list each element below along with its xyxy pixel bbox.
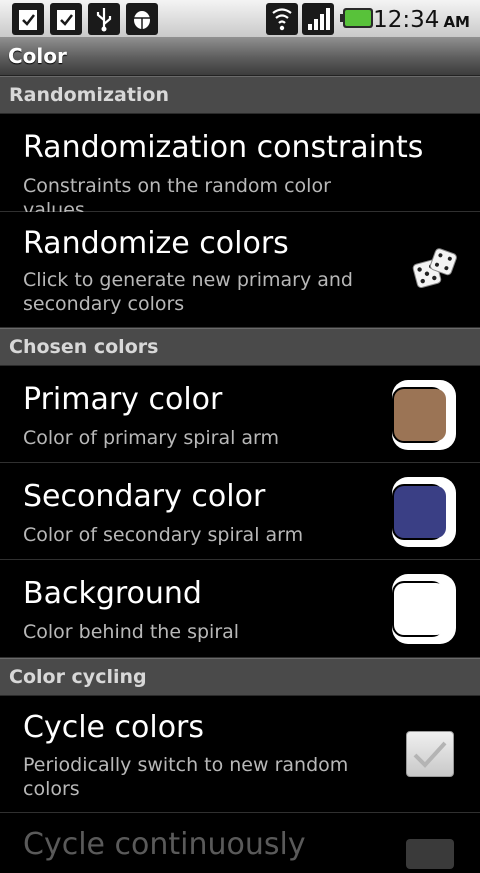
- pref-background-color[interactable]: Background Color behind the spiral: [0, 560, 480, 658]
- category-label: Randomization: [9, 84, 169, 106]
- clock-time: 12:34: [373, 7, 440, 33]
- pref-randomize-colors[interactable]: Randomize colors Click to generate new p…: [0, 212, 480, 328]
- pref-title: Background: [23, 576, 202, 611]
- clock-ampm: AM: [443, 13, 470, 31]
- pref-cycle-continuously[interactable]: Cycle continuously: [0, 813, 480, 873]
- pref-summary: Periodically switch to new random colors: [23, 754, 349, 800]
- clipboard-check-icon: [50, 3, 82, 35]
- secondary-color-swatch[interactable]: [392, 477, 456, 547]
- status-bar: 12:34 AM: [0, 0, 480, 38]
- pref-primary-color[interactable]: Primary color Color of primary spiral ar…: [0, 366, 480, 463]
- swatch-fill: [394, 486, 446, 538]
- background-color-swatch[interactable]: [392, 574, 456, 644]
- pref-title: Cycle continuously: [23, 827, 306, 862]
- page-title: Color: [8, 44, 67, 68]
- swatch-fill: [394, 583, 446, 635]
- dice-icon: [412, 248, 458, 290]
- clipboard-check-icon: [12, 3, 44, 35]
- pref-title: Secondary color: [23, 479, 266, 514]
- pref-title: Cycle colors: [23, 710, 205, 745]
- cycle-continuously-checkbox[interactable]: [406, 839, 454, 869]
- pref-summary: Color behind the spiral: [23, 621, 240, 643]
- category-randomization: Randomization: [0, 76, 480, 114]
- pref-summary: Color of primary spiral arm: [23, 427, 280, 449]
- pref-secondary-color[interactable]: Secondary color Color of secondary spira…: [0, 463, 480, 560]
- pref-randomization-constraints[interactable]: Randomization constraints Constraints on…: [0, 114, 480, 221]
- check-icon: [413, 741, 447, 768]
- category-label: Color cycling: [9, 666, 147, 688]
- clock: 12:34 AM: [373, 2, 470, 36]
- pref-summary: Click to generate new primary and second…: [23, 269, 353, 315]
- title-bar: Color: [0, 38, 480, 76]
- pref-title: Primary color: [23, 382, 223, 417]
- swatch-fill: [394, 389, 446, 441]
- wifi-icon: [266, 3, 298, 35]
- category-label: Chosen colors: [9, 336, 159, 358]
- signal-icon: [302, 3, 334, 35]
- pref-title: Randomize colors: [23, 226, 289, 261]
- usb-icon: [88, 3, 120, 35]
- pref-summary: Color of secondary spiral arm: [23, 524, 304, 546]
- category-chosen-colors: Chosen colors: [0, 328, 480, 366]
- category-color-cycling: Color cycling: [0, 658, 480, 696]
- pref-cycle-colors[interactable]: Cycle colors Periodically switch to new …: [0, 696, 480, 813]
- android-debug-icon: [126, 3, 158, 35]
- pref-title: Randomization constraints: [23, 130, 424, 165]
- primary-color-swatch[interactable]: [392, 380, 456, 450]
- battery-icon: [340, 7, 374, 29]
- cycle-colors-checkbox[interactable]: [406, 731, 454, 777]
